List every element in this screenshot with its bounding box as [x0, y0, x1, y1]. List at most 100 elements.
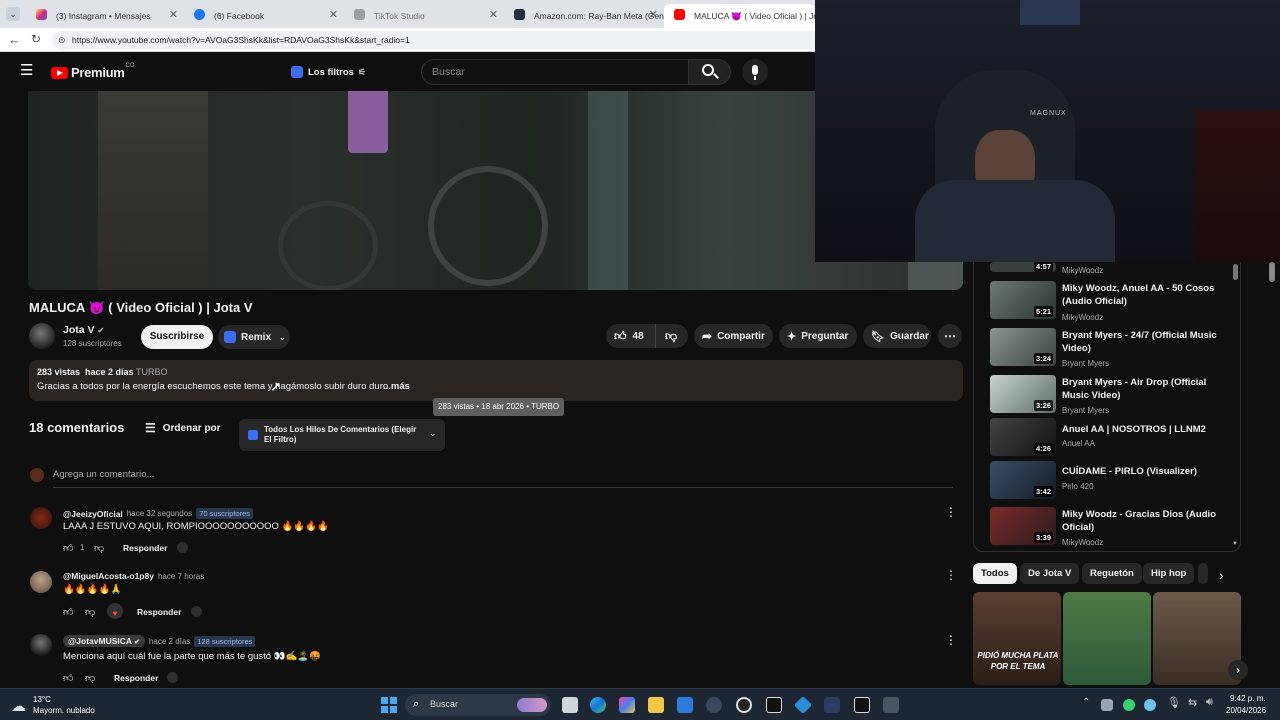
tray-app-icon[interactable]	[1144, 699, 1156, 711]
comment-menu-icon[interactable]: ⋮	[945, 505, 957, 519]
search-input[interactable]: Buscar	[432, 66, 465, 78]
sidebar-channel[interactable]: MikyWoodz	[1062, 313, 1103, 322]
dislike-button[interactable]: 👎︎	[656, 329, 677, 344]
sidebar-video-title[interactable]: Miky Woodz, Anuel AA - 50 Cosos (Audio O…	[1062, 282, 1232, 308]
thumbs-down-icon[interactable]: 👎︎	[85, 672, 95, 684]
calculator-icon[interactable]	[883, 697, 899, 713]
tab-instagram[interactable]: (3) Instagram • Mensajes ✕	[26, 4, 184, 28]
video-thumbnail[interactable]: 5:21	[990, 281, 1056, 319]
react-icon[interactable]	[167, 672, 178, 683]
youtube-logo[interactable]: Premium CO	[51, 63, 135, 80]
thumbs-up-icon[interactable]: 👍︎	[63, 542, 73, 554]
video-thumbnail[interactable]: 3:42	[990, 461, 1056, 499]
tab-youtube[interactable]: MALUCA 😈 ( Video Oficial ) | Jota	[664, 4, 815, 28]
sidebar-channel[interactable]: Bryant Myers	[1062, 406, 1109, 415]
edge-icon[interactable]	[590, 697, 606, 713]
sidebar-channel[interactable]: MikyWoodz	[1062, 266, 1103, 275]
sidebar-video-title[interactable]: Miky Woodz - Gracias Dios (Audio Oficial…	[1062, 508, 1232, 534]
save-button[interactable]: 🔖︎ Guardar	[863, 324, 931, 348]
back-arrow-icon[interactable]: ←	[8, 32, 21, 47]
scroll-down-icon[interactable]: ▼	[1232, 541, 1238, 547]
thumbs-down-icon[interactable]: 👎︎	[94, 542, 104, 554]
tab-facebook[interactable]: (6) Facebook ✕	[184, 4, 344, 28]
tray-app-icon[interactable]	[1101, 699, 1113, 711]
short-thumbnail[interactable]: PIDIÓ MUCHA PLATA POR EL TEMA	[973, 592, 1061, 685]
clock-time[interactable]: 9:42 p. m.	[1230, 694, 1266, 703]
store-icon[interactable]	[677, 697, 693, 713]
video-thumbnail[interactable]: 3:39	[990, 507, 1056, 545]
network-icon[interactable]: ⇆	[1188, 696, 1197, 709]
sort-button[interactable]: ☰ Ordenar por	[145, 421, 221, 435]
sidebar-scrollbar[interactable]	[1233, 264, 1238, 280]
tab-list-dropdown-icon[interactable]: ⌄	[6, 7, 20, 21]
sidebar-channel[interactable]: Bryant Myers	[1062, 359, 1109, 368]
sidebar-video-title[interactable]: CUÍDAME - PIRLO (Visualizer)	[1062, 465, 1232, 478]
comment-menu-icon[interactable]: ⋮	[945, 568, 957, 582]
thumbs-up-icon[interactable]: 👍︎	[63, 672, 73, 684]
description-box[interactable]: 283 vistas hace 2 días TURBO Gracias a t…	[29, 360, 963, 401]
show-more-link[interactable]: ...más	[383, 381, 410, 392]
share-button[interactable]: ➦ Compartir	[694, 324, 773, 348]
comment-time[interactable]: hace 7 horas	[158, 572, 204, 581]
thumbs-up-icon[interactable]: 👍︎	[63, 606, 73, 618]
comment-avatar[interactable]	[30, 571, 52, 593]
windows-start-icon[interactable]	[381, 697, 397, 713]
comment-time[interactable]: hace 2 días	[149, 637, 190, 646]
filters-button[interactable]: Los filtros ⚟	[283, 61, 374, 83]
chip-hip-hop[interactable]: Hip hop	[1143, 563, 1195, 584]
chevron-right-icon[interactable]: ›	[1219, 567, 1224, 583]
voice-search-button[interactable]	[742, 59, 768, 85]
reply-button[interactable]: Responder	[137, 607, 181, 617]
channel-avatar[interactable]	[29, 323, 55, 349]
page-scrollbar[interactable]	[1269, 262, 1275, 282]
volume-icon[interactable]: 🔊︎	[1206, 696, 1213, 709]
video-thumbnail[interactable]: 4:26	[990, 418, 1056, 456]
reload-icon[interactable]: ↻	[31, 32, 41, 46]
comment-author[interactable]: @JeeizyOficial	[63, 509, 123, 519]
subscribe-button[interactable]: Suscribirse	[141, 325, 213, 349]
clock-date[interactable]: 20/04/2026	[1226, 706, 1266, 715]
like-button[interactable]: 👍︎ 48	[606, 324, 656, 348]
site-info-icon[interactable]: ⊜	[58, 31, 66, 49]
search-button[interactable]	[689, 59, 731, 85]
url-field[interactable]: ⊜ https://www.youtube.com/watch?v=AVOaG3…	[52, 31, 822, 49]
sidebar-channel[interactable]: MikyWoodz	[1062, 538, 1103, 547]
remix-button[interactable]: Remix ⌄	[218, 325, 290, 349]
reply-button[interactable]: Responder	[114, 673, 158, 683]
search-box[interactable]: Buscar	[421, 59, 689, 85]
react-icon[interactable]	[177, 542, 188, 553]
microphone-icon[interactable]: 🎙︎	[1167, 696, 1181, 709]
close-tab-icon[interactable]: ✕	[489, 8, 498, 21]
chip-all[interactable]: Todos	[973, 563, 1017, 584]
more-actions-button[interactable]: ⋯	[938, 324, 962, 348]
copilot-icon[interactable]	[619, 697, 635, 713]
weather-description[interactable]: Mayorm. nublado	[33, 706, 95, 715]
vpn-icon[interactable]	[793, 695, 813, 715]
channel-name[interactable]: Jota V ✔	[63, 324, 104, 336]
chip-reggaeton[interactable]: Reguetón	[1082, 563, 1142, 584]
reply-button[interactable]: Responder	[123, 543, 167, 553]
sidebar-video-title[interactable]: Bryant Myers - Air Drop (Official Music …	[1062, 376, 1232, 402]
thumbs-down-icon[interactable]: 👎︎	[85, 606, 95, 618]
taskbar-search[interactable]: ⌕ Buscar	[405, 694, 551, 716]
sidebar-channel[interactable]: Anuel AA	[1062, 439, 1095, 448]
capcut-icon[interactable]	[766, 697, 782, 713]
task-view-icon[interactable]	[562, 697, 578, 713]
creator-author-chip[interactable]: @JotavMUSICA ✔	[63, 635, 145, 647]
ask-button[interactable]: ✦ Preguntar	[779, 324, 857, 348]
chip-partial[interactable]	[1198, 563, 1208, 584]
close-tab-icon[interactable]: ✕	[649, 8, 658, 21]
video-thumbnail[interactable]: 3:24	[990, 328, 1056, 366]
video-thumbnail[interactable]: 3:26	[990, 375, 1056, 413]
app-icon[interactable]	[706, 697, 722, 713]
comment-author[interactable]: @MiguelAcosta-o1p8y	[63, 571, 154, 581]
weather-temp[interactable]: 13°C	[33, 695, 51, 704]
comment-avatar[interactable]	[30, 507, 52, 529]
next-shorts-icon[interactable]: ›	[1228, 660, 1248, 680]
comment-time[interactable]: hace 32 segundos	[127, 509, 192, 518]
add-comment-input[interactable]: Agrega un comentario...	[53, 469, 953, 488]
chip-from-channel[interactable]: De Jota V	[1020, 563, 1080, 584]
capcut-icon[interactable]	[854, 697, 870, 713]
file-explorer-icon[interactable]	[648, 697, 664, 713]
close-tab-icon[interactable]: ✕	[329, 8, 338, 21]
